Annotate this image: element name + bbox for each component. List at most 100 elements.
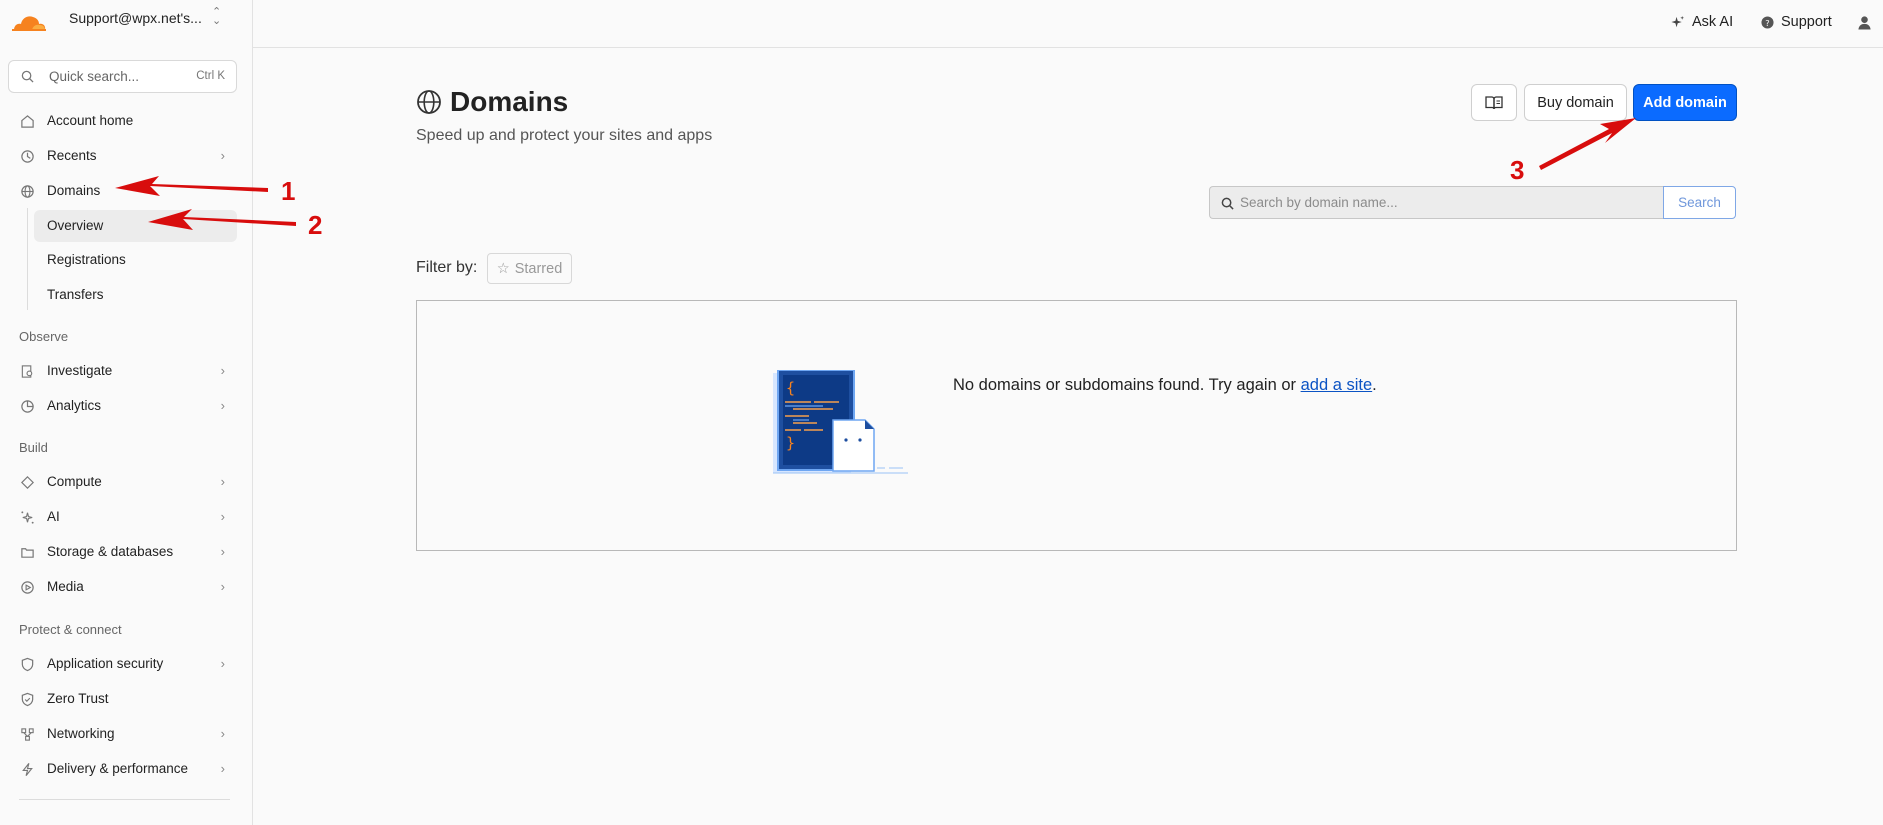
chevron-right-icon: › bbox=[220, 474, 225, 489]
search-icon bbox=[1221, 197, 1234, 210]
user-icon bbox=[1858, 15, 1871, 30]
sidebar-item-label: Compute bbox=[47, 474, 102, 489]
account-name: Support@wpx.net's... bbox=[69, 10, 202, 26]
sidebar-item-registrations[interactable]: Registrations bbox=[8, 244, 237, 276]
sidebar-item-label: Media bbox=[47, 579, 84, 594]
sidebar-item-account-home[interactable]: Account home bbox=[8, 105, 237, 137]
quick-search-shortcut: Ctrl K bbox=[196, 70, 225, 82]
book-icon bbox=[1485, 96, 1503, 110]
quick-search-input[interactable]: Quick search... Ctrl K bbox=[8, 60, 237, 93]
sidebar: Support@wpx.net's... ⌃ ⌄ Quick search... … bbox=[0, 0, 253, 825]
domain-search-button[interactable]: Search bbox=[1663, 186, 1736, 219]
sidebar-item-delivery-performance[interactable]: Delivery & performance › bbox=[8, 753, 237, 785]
chevron-right-icon: › bbox=[220, 148, 225, 163]
quick-search-placeholder: Quick search... bbox=[49, 69, 140, 84]
page-header: Domains bbox=[416, 86, 568, 118]
sidebar-item-label: Overview bbox=[47, 218, 104, 233]
top-bar: Ask AI ? Support bbox=[253, 0, 1883, 48]
annotation-number-2: 2 bbox=[308, 210, 323, 240]
support-button[interactable]: ? Support bbox=[1761, 10, 1832, 34]
sidebar-item-zero-trust[interactable]: Zero Trust bbox=[8, 683, 237, 715]
svg-text:}: } bbox=[786, 434, 795, 452]
investigate-icon bbox=[21, 365, 33, 378]
docs-button[interactable] bbox=[1471, 84, 1517, 121]
storage-icon bbox=[21, 548, 34, 558]
ask-ai-label: Ask AI bbox=[1692, 14, 1734, 30]
chevron-right-icon: › bbox=[220, 509, 225, 524]
page-title: Domains bbox=[450, 86, 569, 117]
sidebar-item-label: Networking bbox=[47, 726, 115, 741]
add-a-site-link[interactable]: add a site bbox=[1301, 376, 1373, 394]
section-build: Build bbox=[19, 440, 48, 455]
globe-icon bbox=[21, 185, 34, 198]
help-icon: ? bbox=[1761, 15, 1774, 29]
chevron-up-down-icon: ⌃ ⌄ bbox=[212, 6, 222, 27]
sidebar-item-media[interactable]: Media › bbox=[8, 571, 237, 603]
section-observe: Observe bbox=[19, 329, 69, 344]
sidebar-item-label: Investigate bbox=[47, 363, 113, 378]
sidebar-item-storage-databases[interactable]: Storage & databases › bbox=[8, 536, 237, 568]
bolt-icon bbox=[22, 763, 33, 776]
sidebar-item-investigate[interactable]: Investigate › bbox=[8, 355, 237, 387]
sidebar-item-networking[interactable]: Networking › bbox=[8, 718, 237, 750]
buy-domain-button[interactable]: Buy domain bbox=[1524, 84, 1627, 121]
network-icon bbox=[21, 728, 34, 741]
sidebar-item-label: Storage & databases bbox=[47, 544, 174, 559]
sidebar-item-transfers[interactable]: Transfers bbox=[8, 279, 237, 311]
chevron-right-icon: › bbox=[220, 544, 225, 559]
page-subtitle: Speed up and protect your sites and apps bbox=[416, 127, 713, 144]
ask-ai-button[interactable]: Ask AI bbox=[1670, 10, 1733, 34]
search-icon bbox=[21, 70, 34, 83]
chevron-right-icon: › bbox=[220, 726, 225, 741]
svg-text:?: ? bbox=[1765, 17, 1769, 27]
annotation-number-1: 1 bbox=[281, 176, 296, 206]
user-menu-button[interactable] bbox=[1857, 10, 1872, 34]
compute-icon bbox=[21, 476, 34, 489]
empty-state-message: No domains or subdomains found. Try agai… bbox=[953, 376, 1377, 395]
sidebar-item-overview[interactable]: Overview bbox=[34, 210, 237, 242]
cloudflare-logo-icon bbox=[12, 16, 46, 31]
ai-sparkle-icon bbox=[21, 511, 34, 524]
sidebar-item-label: AI bbox=[47, 509, 60, 524]
starred-label: Starred bbox=[514, 260, 563, 277]
sidebar-divider bbox=[19, 799, 230, 800]
sidebar-item-application-security[interactable]: Application security › bbox=[8, 648, 237, 680]
sidebar-item-label: Analytics bbox=[47, 398, 102, 413]
empty-state-panel bbox=[416, 300, 1737, 551]
sidebar-item-analytics[interactable]: Analytics › bbox=[8, 390, 237, 422]
shield-icon bbox=[21, 657, 34, 672]
sidebar-item-label: Registrations bbox=[47, 252, 126, 267]
chevron-right-icon: › bbox=[220, 398, 225, 413]
chevron-right-icon: › bbox=[220, 761, 225, 776]
sidebar-item-label: Delivery & performance bbox=[47, 761, 189, 776]
domain-search-input[interactable]: Search by domain name... bbox=[1209, 186, 1663, 219]
filter-label: Filter by: bbox=[416, 259, 478, 276]
sidebar-item-domains[interactable]: Domains bbox=[8, 175, 237, 207]
empty-state-suffix: . bbox=[1372, 376, 1377, 394]
sparkle-icon bbox=[1671, 15, 1685, 27]
sidebar-item-ai[interactable]: AI › bbox=[8, 501, 237, 533]
history-icon bbox=[21, 150, 34, 163]
add-domain-button[interactable]: Add domain bbox=[1633, 84, 1737, 121]
home-icon bbox=[21, 115, 34, 128]
annotation-arrow-3 bbox=[1539, 118, 1636, 170]
sidebar-item-label: Transfers bbox=[47, 287, 104, 302]
annotation-number-3: 3 bbox=[1510, 155, 1525, 185]
section-protect-connect: Protect & connect bbox=[19, 622, 122, 637]
sidebar-item-label: Account home bbox=[47, 113, 134, 128]
account-switcher[interactable]: Support@wpx.net's... ⌃ ⌄ bbox=[0, 0, 253, 46]
sidebar-item-label: Zero Trust bbox=[47, 691, 109, 706]
empty-state-text: No domains or subdomains found. Try agai… bbox=[953, 376, 1301, 394]
sidebar-item-compute[interactable]: Compute › bbox=[8, 466, 237, 498]
domain-search-placeholder: Search by domain name... bbox=[1240, 195, 1398, 210]
media-icon bbox=[21, 581, 34, 594]
sidebar-item-recents[interactable]: Recents › bbox=[8, 140, 237, 172]
globe-icon bbox=[417, 90, 441, 114]
starred-filter-button[interactable]: ☆ Starred bbox=[487, 253, 572, 284]
chevron-right-icon: › bbox=[220, 656, 225, 671]
chevron-right-icon: › bbox=[220, 363, 225, 378]
star-icon: ☆ bbox=[496, 260, 510, 277]
empty-documents-illustration-icon: { } bbox=[773, 370, 908, 474]
zero-trust-icon bbox=[21, 692, 34, 707]
support-label: Support bbox=[1781, 14, 1832, 30]
